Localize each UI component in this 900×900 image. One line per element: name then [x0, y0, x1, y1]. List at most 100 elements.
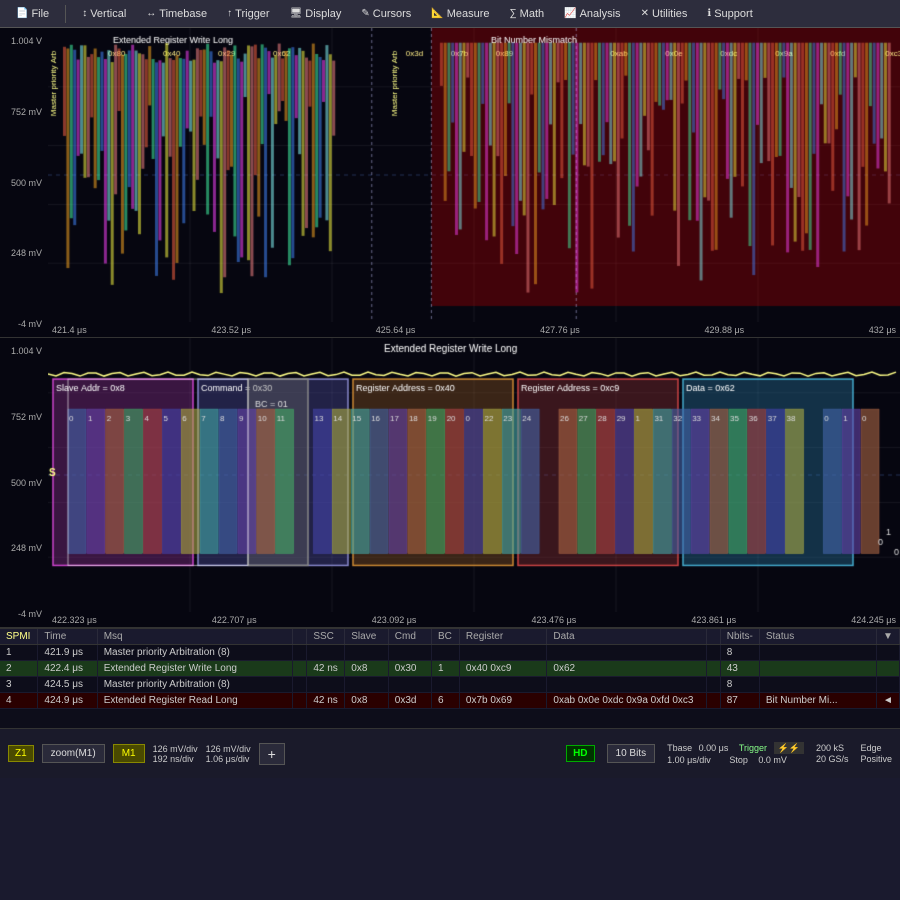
zoom-info: Z1 zoom(M1) M1	[8, 744, 145, 763]
cell-empty2	[706, 677, 720, 693]
menu-measure[interactable]: 📐 Measure	[423, 5, 497, 23]
x-axis-top: 421.4 μs 423.52 μs 425.64 μs 427.76 μs 4…	[48, 325, 900, 335]
waveform-top: 1.004 V 752 mV 500 mV 248 mV -4 mV 421.4…	[0, 28, 900, 338]
cell-empty1	[293, 661, 307, 677]
y-label-bot-5: -4 mV	[2, 609, 46, 619]
y-label-top-4: 248 mV	[2, 248, 46, 258]
menu-bar: 📄 File ↕ Vertical ↔ Timebase ↑ Trigger 🖥…	[0, 0, 900, 28]
sample-rate: 1.00 μs/div Stop 0.0 mV	[667, 755, 804, 765]
cell-empty2	[706, 661, 720, 677]
x-label-top-2: 423.52 μs	[211, 325, 251, 335]
cell-slave	[345, 677, 389, 693]
cell-time: 424.9 μs	[38, 693, 97, 709]
cell-register	[459, 677, 546, 693]
menu-math[interactable]: ∑ Math	[502, 5, 553, 23]
col-spmi: SPMI	[0, 629, 38, 645]
display-icon: 🖥	[290, 8, 303, 19]
x-label-bot-3: 423.092 μs	[372, 615, 417, 625]
cell-msg: Master priority Arbitration (8)	[97, 645, 293, 661]
cell-empty1	[293, 677, 307, 693]
menu-timebase[interactable]: ↔ Timebase	[138, 5, 215, 23]
support-icon: ℹ	[707, 8, 711, 19]
cell-msg: Extended Register Read Long	[97, 693, 293, 709]
cell-nbits: 8	[720, 677, 759, 693]
y-label-bot-4: 248 mV	[2, 543, 46, 553]
cell-data: 0xab 0x0e 0xdc 0x9a 0xfd 0xc3	[547, 693, 706, 709]
menu-trigger[interactable]: ↑ Trigger	[219, 5, 277, 23]
menu-vertical[interactable]: ↕ Vertical	[74, 5, 134, 23]
cell-empty2	[706, 693, 720, 709]
menu-cursors[interactable]: ✎ Cursors	[353, 5, 419, 23]
cell-time: 424.5 μs	[38, 677, 97, 693]
cell-indicator	[876, 661, 899, 677]
scale2-ref: 1.06 μs/div	[206, 754, 251, 764]
data-table: SPMI Time Msq SSC Slave Cmd BC Register …	[0, 628, 900, 728]
col-msg: Msq	[97, 629, 293, 645]
cell-bc: 6	[432, 693, 460, 709]
cell-num: 2	[0, 661, 38, 677]
x-label-bot-5: 423.861 μs	[691, 615, 736, 625]
x-label-bot-2: 422.707 μs	[212, 615, 257, 625]
waveform-bottom: 1.004 V 752 mV 500 mV 248 mV -4 mV 422.3…	[0, 338, 900, 628]
zoom-type: zoom(M1)	[42, 744, 105, 763]
cell-nbits: 8	[720, 645, 759, 661]
channel-label: M1	[113, 744, 145, 763]
x-label-top-3: 425.64 μs	[376, 325, 416, 335]
cell-slave: 0x8	[345, 661, 389, 677]
menu-support[interactable]: ℹ Support	[699, 5, 760, 23]
cell-data	[547, 677, 706, 693]
bits-label: 10 Bits	[607, 744, 656, 763]
cell-cmd	[388, 645, 431, 661]
menu-file[interactable]: 📄 File	[8, 5, 57, 23]
menu-utilities[interactable]: ✕ Utilities	[633, 5, 696, 23]
table-row: 4 424.9 μs Extended Register Read Long 4…	[0, 693, 900, 709]
menu-display[interactable]: 🖥 Display	[282, 5, 350, 23]
cell-nbits: 43	[720, 661, 759, 677]
col-time: Time	[38, 629, 97, 645]
cell-time: 421.9 μs	[38, 645, 97, 661]
cell-msg: Extended Register Write Long	[97, 661, 293, 677]
cell-msg: Master priority Arbitration (8)	[97, 677, 293, 693]
y-label-top-1: 1.004 V	[2, 36, 46, 46]
cell-ssc	[307, 645, 345, 661]
cell-num: 3	[0, 677, 38, 693]
add-channel-button[interactable]: +	[259, 743, 285, 765]
x-axis-bottom: 422.323 μs 422.707 μs 423.092 μs 423.476…	[48, 615, 900, 625]
cell-indicator	[876, 645, 899, 661]
y-axis-top: 1.004 V 752 mV 500 mV 248 mV -4 mV	[0, 28, 48, 337]
col-sort[interactable]: ▼	[876, 629, 899, 645]
cell-bc	[432, 645, 460, 661]
trigger-info: Edge Positive	[860, 743, 892, 764]
y-label-top-3: 500 mV	[2, 178, 46, 188]
sample-rate-info: 200 kS 20 GS/s	[816, 743, 849, 764]
cell-ssc	[307, 677, 345, 693]
cell-cmd: 0x3d	[388, 693, 431, 709]
status-bar: Z1 zoom(M1) M1 126 mV/div 192 ns/div 126…	[0, 728, 900, 778]
tbase-label: Tbase 0.00 μs Trigger ⚡⚡	[667, 743, 804, 754]
cell-data	[547, 645, 706, 661]
cell-register: 0x40 0xc9	[459, 661, 546, 677]
cell-num: 4	[0, 693, 38, 709]
scale2-val: 192 ns/div	[153, 754, 198, 764]
cell-register: 0x7b 0x69	[459, 693, 546, 709]
col-status: Status	[759, 629, 876, 645]
cell-empty2	[706, 645, 720, 661]
cell-empty1	[293, 645, 307, 661]
cell-data: 0x62	[547, 661, 706, 677]
col-nbits: Nbits-	[720, 629, 759, 645]
col-data: Data	[547, 629, 706, 645]
cell-cmd: 0x30	[388, 661, 431, 677]
timebase-icon: ↔	[146, 8, 156, 19]
top-waveform-canvas[interactable]	[48, 28, 900, 322]
menu-analysis[interactable]: 📈 Analysis	[556, 5, 628, 23]
x-label-top-5: 429.88 μs	[704, 325, 744, 335]
y-label-top-2: 752 mV	[2, 107, 46, 117]
cell-indicator	[876, 677, 899, 693]
channel-info: 126 mV/div 192 ns/div	[153, 744, 198, 764]
col-ssc	[293, 629, 307, 645]
col-ssc2: SSC	[307, 629, 345, 645]
cell-slave: 0x8	[345, 693, 389, 709]
bottom-waveform-canvas[interactable]	[48, 338, 900, 612]
y-axis-bottom: 1.004 V 752 mV 500 mV 248 mV -4 mV	[0, 338, 48, 627]
channel-info-ref: 126 mV/div 1.06 μs/div	[206, 744, 251, 764]
